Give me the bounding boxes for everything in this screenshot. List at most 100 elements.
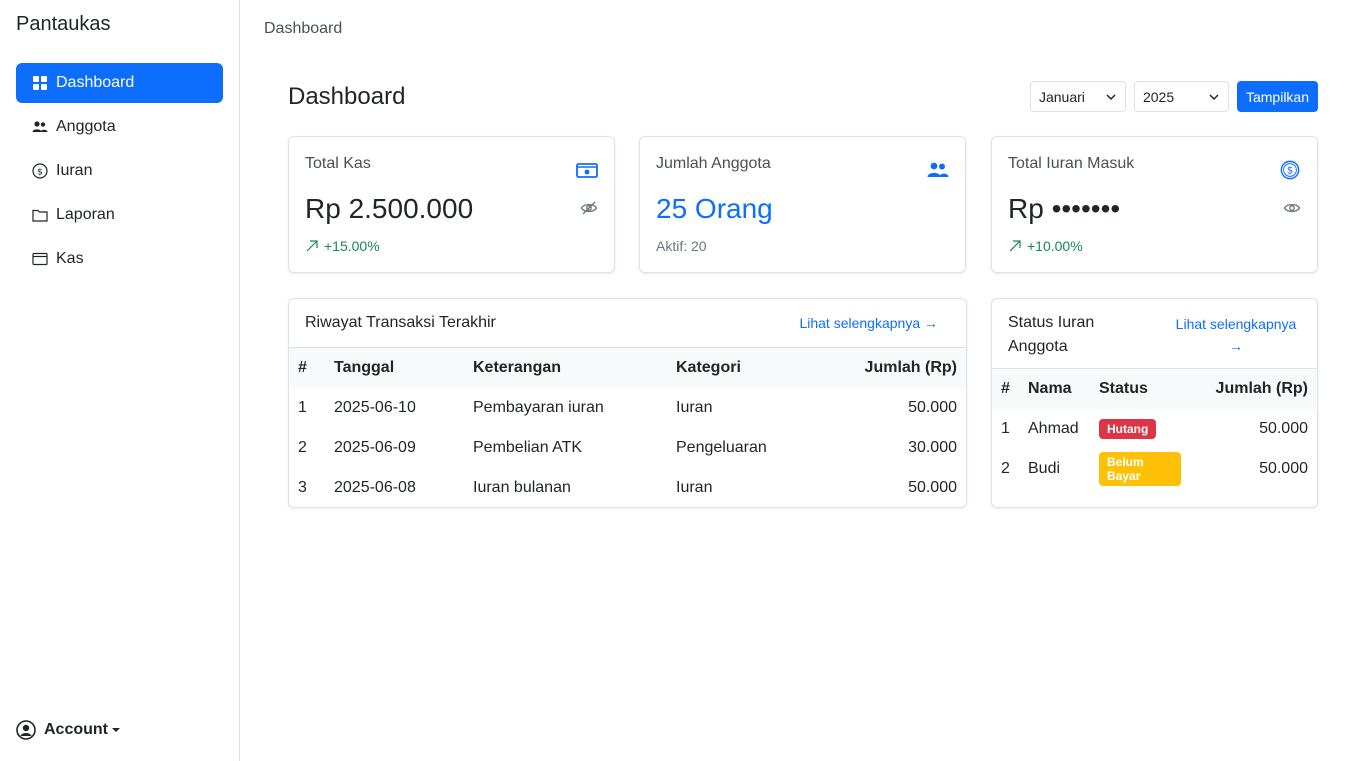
col-header: # — [289, 347, 325, 388]
cell: Ahmad — [1028, 419, 1079, 437]
account-dropdown[interactable]: Account — [16, 720, 120, 740]
stat-change: +10.00% — [1008, 238, 1083, 254]
eye-slash-icon[interactable] — [580, 199, 598, 217]
arrow-up-right-icon — [306, 240, 318, 252]
member-status-header: Status Iuran Anggota Lihat selengkapnya … — [992, 299, 1317, 368]
grid-icon — [32, 75, 48, 91]
transactions-more-link[interactable]: Lihat selengkapnya → — [799, 315, 938, 331]
breadcrumb: Dashboard — [264, 20, 343, 37]
sidebar-nav: Dashboard Anggota $ Iuran Laporan Kas — [16, 63, 223, 283]
year-select[interactable]: 2025 — [1133, 81, 1229, 112]
table-row: 1 2025-06-10 Pembayaran iuran Iuran 50.0… — [289, 388, 966, 428]
sidebar-item-iuran[interactable]: $ Iuran — [16, 151, 223, 191]
filter-bar: Januari 2025 Tampilkan — [1029, 81, 1318, 112]
sidebar-item-label: Kas — [56, 250, 84, 267]
stat-sub: Aktif: 20 — [656, 238, 707, 254]
transactions-header: Riwayat Transaksi Terakhir Lihat selengk… — [289, 299, 966, 347]
cell: 50.000 — [908, 478, 957, 496]
coin-icon: $ — [32, 163, 48, 179]
table-row: 2 Budi Belum Bayar 50.000 — [992, 449, 1317, 489]
user-circle-icon — [16, 720, 36, 740]
sidebar-item-laporan[interactable]: Laporan — [16, 195, 223, 235]
stat-change: +15.00% — [305, 238, 380, 254]
col-header: Status — [1090, 368, 1190, 409]
chevron-down-icon — [1106, 93, 1116, 100]
table-row: 3 2025-06-08 Iuran bulanan Iuran 50.000 — [289, 468, 966, 508]
cell: Budi — [1028, 459, 1061, 477]
sidebar-item-dashboard[interactable]: Dashboard — [16, 63, 223, 103]
arrow-up-right-icon — [1009, 240, 1021, 252]
eye-icon[interactable] — [1283, 199, 1301, 217]
caret-down-icon — [112, 728, 120, 732]
cell: 2025-06-09 — [334, 438, 416, 456]
cell: Pembelian ATK — [473, 438, 583, 456]
col-header: Nama — [1019, 368, 1090, 409]
people-icon — [927, 162, 949, 177]
cell: Hutang — [1090, 409, 1190, 449]
year-select-value: 2025 — [1142, 88, 1175, 105]
cell: 50.000 — [1259, 459, 1308, 477]
cell: Pembayaran iuran — [473, 398, 604, 416]
col-header: Tanggal — [325, 347, 464, 388]
cell: Iuran bulanan — [473, 478, 571, 496]
table-row: 2 2025-06-09 Pembelian ATK Pengeluaran 3… — [289, 428, 966, 468]
table-header-row: # Nama Status Jumlah (Rp) — [992, 368, 1317, 409]
status-badge: Belum Bayar — [1099, 451, 1181, 486]
month-select[interactable]: Januari — [1029, 81, 1126, 112]
stat-label: Total Kas — [305, 155, 371, 172]
col-header: Keterangan — [464, 347, 667, 388]
table-row: 1 Ahmad Hutang 50.000 — [992, 409, 1317, 449]
table-header-row: # Tanggal Keterangan Kategori Jumlah (Rp… — [289, 347, 966, 388]
transactions-card: Riwayat Transaksi Terakhir Lihat selengk… — [288, 298, 967, 508]
transactions-title: Riwayat Transaksi Terakhir — [305, 314, 496, 331]
stat-change-value: +10.00% — [1027, 238, 1083, 254]
sidebar: Pantaukas Dashboard Anggota $ Iuran Lapo… — [0, 0, 240, 761]
status-badge: Hutang — [1099, 418, 1157, 439]
people-icon — [32, 119, 48, 135]
col-header: # — [992, 368, 1019, 409]
cell: Belum Bayar — [1090, 449, 1190, 489]
col-header: Kategori — [667, 347, 797, 388]
cell: Iuran — [676, 478, 713, 496]
member-status-title: Status Iuran Anggota — [1008, 314, 1095, 355]
coin-icon: $ — [1280, 160, 1300, 180]
cell: 1 — [1001, 419, 1010, 437]
page-title: Dashboard — [288, 83, 406, 110]
sidebar-item-label: Anggota — [56, 118, 116, 135]
tampilkan-button[interactable]: Tampilkan — [1236, 81, 1318, 112]
wallet-icon — [32, 251, 48, 267]
sidebar-item-anggota[interactable]: Anggota — [16, 107, 223, 147]
svg-text:$: $ — [1287, 166, 1293, 177]
col-header: Jumlah (Rp) — [1190, 368, 1317, 409]
sidebar-item-kas[interactable]: Kas — [16, 239, 223, 279]
cell: 2025-06-08 — [334, 478, 416, 496]
cell: 2 — [1001, 459, 1010, 477]
chevron-down-icon — [1209, 93, 1219, 100]
sidebar-item-label: Iuran — [56, 162, 93, 179]
member-status-table: # Nama Status Jumlah (Rp) 1 Ahmad Hutang… — [992, 368, 1317, 489]
cell: 2 — [298, 438, 307, 456]
member-status-more-link[interactable]: Lihat selengkapnya → — [1171, 313, 1301, 357]
cell: 30.000 — [908, 438, 957, 456]
stat-value: Rp 2.500.000 — [305, 193, 474, 224]
transactions-table: # Tanggal Keterangan Kategori Jumlah (Rp… — [289, 347, 966, 508]
stat-card-jumlah-anggota: Jumlah Anggota 25 Orang Aktif: 20 — [639, 136, 966, 273]
cell: 50.000 — [908, 398, 957, 416]
sidebar-item-label: Dashboard — [56, 74, 135, 91]
account-label: Account — [44, 721, 108, 738]
folder-icon — [32, 207, 48, 223]
brand-title: Pantaukas — [16, 13, 111, 35]
stat-change-value: +15.00% — [324, 238, 380, 254]
cell: Pengeluaran — [676, 438, 767, 456]
sidebar-item-label: Laporan — [56, 206, 115, 223]
svg-text:$: $ — [37, 168, 43, 178]
stat-label: Total Iuran Masuk — [1008, 155, 1135, 172]
stat-card-total-kas: Total Kas Rp 2.500.000 +15.00% — [288, 136, 615, 273]
stat-label: Jumlah Anggota — [656, 155, 771, 172]
cell: Iuran — [676, 398, 713, 416]
cell: 1 — [298, 398, 307, 416]
stat-value: 25 Orang — [656, 193, 773, 224]
stat-value: Rp ••••••• — [1008, 193, 1121, 224]
member-status-card: Status Iuran Anggota Lihat selengkapnya … — [991, 298, 1318, 508]
stat-card-total-iuran: Total Iuran Masuk $ Rp ••••••• +10.00% — [991, 136, 1318, 273]
